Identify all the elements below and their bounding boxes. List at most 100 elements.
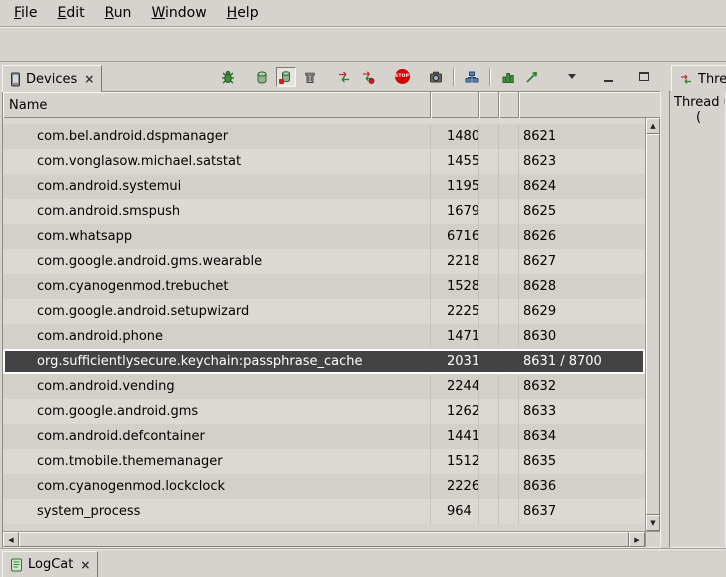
devices-panel: Devices × [0, 62, 662, 548]
tab-logcat[interactable]: LogCat × [2, 551, 98, 577]
scrollbar-corner [645, 532, 660, 547]
cell-pid: 6716 [431, 224, 479, 249]
cell-empty-2 [499, 174, 519, 199]
tab-threads[interactable]: Threads [671, 65, 726, 92]
cell-name: com.vonglasow.michael.satstat [3, 149, 431, 174]
column-header-name[interactable]: Name [3, 92, 431, 118]
close-tab-icon[interactable]: × [82, 72, 94, 86]
cell-empty-1 [479, 424, 499, 449]
cell-empty-2 [499, 374, 519, 399]
method-profiling-icon[interactable] [358, 67, 378, 87]
horizontal-scrollbar[interactable]: ◀ ▶ [3, 531, 660, 547]
table-row[interactable]: com.android.defcontainer 14411 8634 [3, 424, 645, 449]
update-threads-icon[interactable] [334, 67, 354, 87]
cell-name: com.android.vending [3, 374, 431, 399]
table-row[interactable]: com.android.systemui 1195 8624 [3, 174, 645, 199]
vertical-scrollbar[interactable]: ▲ ▼ [645, 118, 660, 531]
close-tab-icon[interactable]: × [78, 558, 90, 572]
table-row[interactable]: system_process 964 8637 [3, 499, 645, 524]
cell-empty-2 [499, 124, 519, 149]
threads-message-line1: Thread up [674, 95, 725, 110]
device-table-body: com.bel.android.dspmanager 1480 8621 com… [3, 118, 645, 531]
cell-port: 8632 [519, 374, 645, 399]
table-row[interactable]: com.cyanogenmod.trebuchet 1528 8628 [3, 274, 645, 299]
table-row[interactable]: com.google.android.gms 12623 8633 [3, 399, 645, 424]
minimize-icon[interactable] [598, 67, 618, 87]
cell-name: com.google.android.gms.wearable [3, 249, 431, 274]
scroll-left-button[interactable]: ◀ [3, 532, 19, 547]
logcat-bar: LogCat × [0, 548, 726, 577]
table-row[interactable]: com.android.smspush 1679 8625 [3, 199, 645, 224]
cell-pid: 1480 [431, 124, 479, 149]
column-header-empty-1[interactable] [479, 92, 499, 118]
cell-pid: 14411 [431, 424, 479, 449]
logcat-icon [10, 558, 23, 572]
cell-name: org.sufficientlysecure.keychain:passphra… [3, 349, 431, 374]
scroll-right-button[interactable]: ▶ [629, 532, 645, 547]
cell-name: system_process [3, 499, 431, 524]
table-row[interactable]: com.cyanogenmod.lockclock 22265 8636 [3, 474, 645, 499]
vertical-scrollbar-thumb[interactable] [646, 134, 660, 515]
cell-empty-1 [479, 349, 499, 374]
maximize-icon[interactable] [634, 67, 654, 87]
cell-empty-1 [479, 199, 499, 224]
cell-pid: 1471 [431, 324, 479, 349]
scroll-up-button[interactable]: ▲ [646, 118, 660, 134]
table-row[interactable]: com.android.phone 1471 8630 [3, 324, 645, 349]
cell-pid: 964 [431, 499, 479, 524]
stop-process-icon[interactable]: STOP [392, 67, 412, 87]
table-row[interactable]: com.tmobile.thememanager 1512 8635 [3, 449, 645, 474]
horizontal-scrollbar-thumb[interactable] [19, 532, 629, 547]
cell-pid: 22185 [431, 249, 479, 274]
cell-empty-1 [479, 249, 499, 274]
cause-gc-icon[interactable] [300, 67, 320, 87]
cell-pid: 22250 [431, 299, 479, 324]
cell-port: 8631 / 8700 [519, 349, 645, 374]
cell-name: com.cyanogenmod.trebuchet [3, 274, 431, 299]
debug-process-icon[interactable] [218, 67, 238, 87]
screen-capture-icon[interactable] [426, 67, 446, 87]
panel-sash[interactable] [662, 62, 669, 548]
cell-port: 8633 [519, 399, 645, 424]
tab-devices[interactable]: Devices × [2, 65, 102, 92]
update-heap-icon[interactable] [252, 67, 272, 87]
menu-window[interactable]: Window [141, 2, 216, 24]
cell-empty-1 [479, 324, 499, 349]
menu-help[interactable]: Help [217, 2, 269, 24]
table-row[interactable]: org.sufficientlysecure.keychain:passphra… [3, 349, 645, 374]
view-menu-icon[interactable] [562, 67, 582, 87]
table-row[interactable]: com.google.android.gms.wearable 22185 86… [3, 249, 645, 274]
menu-edit[interactable]: Edit [47, 2, 94, 24]
cell-empty-1 [479, 274, 499, 299]
cell-empty-2 [499, 474, 519, 499]
cell-empty-2 [499, 199, 519, 224]
sysinfo-chart-icon[interactable] [522, 67, 542, 87]
column-header-pid[interactable] [431, 92, 479, 118]
cell-empty-2 [499, 299, 519, 324]
cell-port: 8637 [519, 499, 645, 524]
dump-hprof-icon[interactable] [276, 67, 296, 87]
column-header-port[interactable] [519, 92, 660, 118]
table-row[interactable]: com.whatsapp 6716 8626 [3, 224, 645, 249]
menu-run[interactable]: Run [95, 2, 142, 24]
scroll-down-button[interactable]: ▼ [646, 515, 660, 531]
view-hierarchy-icon[interactable] [462, 67, 482, 87]
cell-port: 8621 [519, 124, 645, 149]
cell-name: com.bel.android.dspmanager [3, 124, 431, 149]
menu-file[interactable]: File [4, 2, 47, 24]
table-row[interactable]: com.bel.android.dspmanager 1480 8621 [3, 124, 645, 149]
cell-port: 8623 [519, 149, 645, 174]
tab-devices-label: Devices [26, 72, 77, 87]
cell-empty-2 [499, 499, 519, 524]
tab-threads-label: Threads [698, 72, 726, 87]
sysinfo-bars-icon[interactable] [498, 67, 518, 87]
table-row[interactable]: com.google.android.setupwizard 22250 862… [3, 299, 645, 324]
main-area: Devices × [0, 62, 726, 548]
cell-empty-1 [479, 499, 499, 524]
device-table: Name com.bel.android.dspmanager 1480 862… [2, 91, 661, 548]
column-header-empty-2[interactable] [499, 92, 519, 118]
table-row[interactable]: com.android.vending 22440 8632 [3, 374, 645, 399]
table-row[interactable]: com.vonglasow.michael.satstat 14553 8623 [3, 149, 645, 174]
cell-empty-2 [499, 424, 519, 449]
cell-pid: 14553 [431, 149, 479, 174]
